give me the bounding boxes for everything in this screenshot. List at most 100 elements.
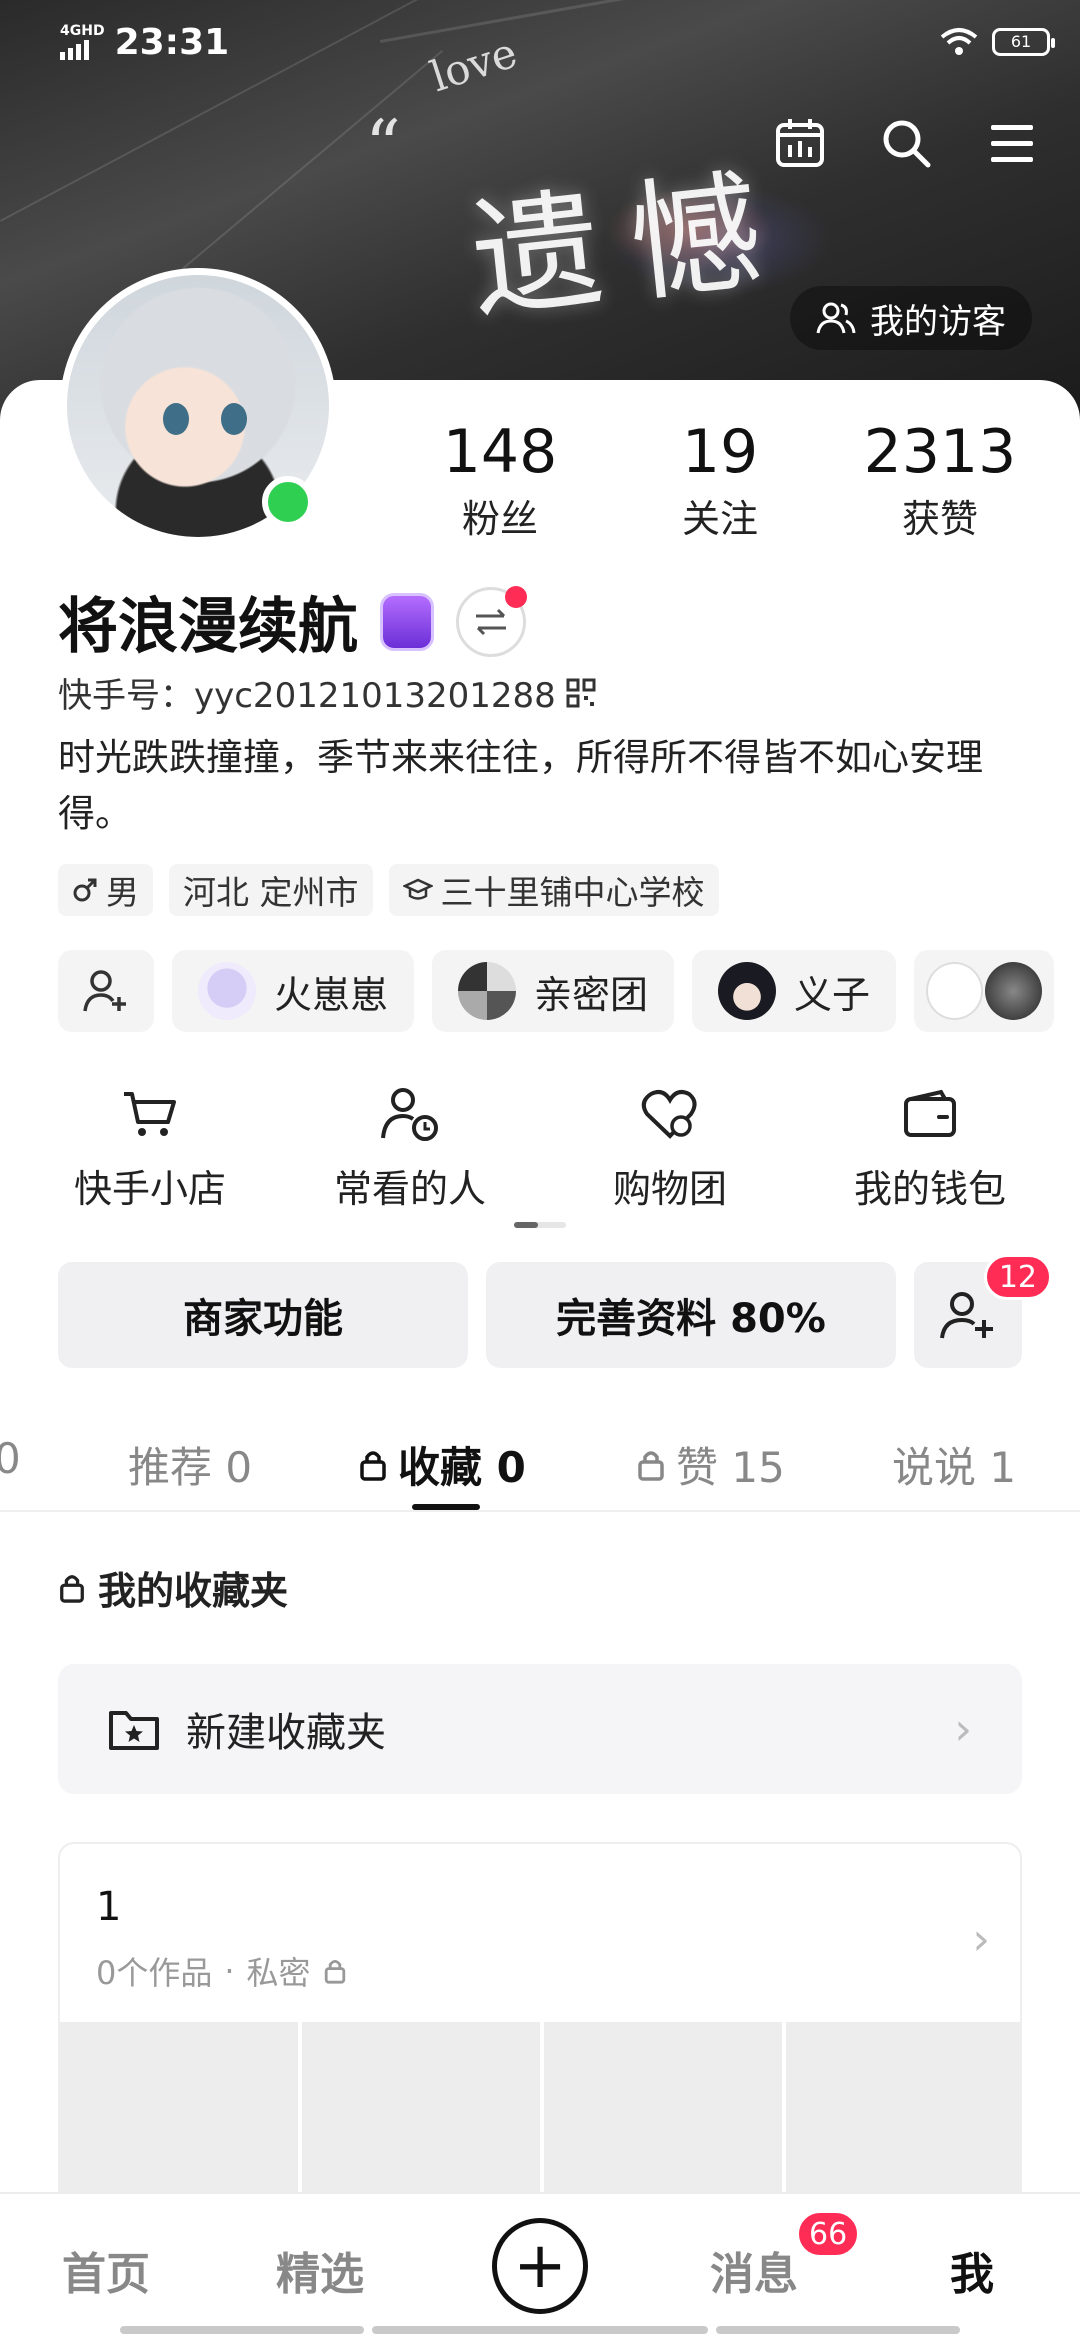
likes-label: 获赞 bbox=[901, 497, 978, 541]
location-label: 河北 定州市 bbox=[183, 873, 359, 912]
school-label: 三十里铺中心学校 bbox=[440, 873, 705, 912]
friend-chip-3[interactable]: 义子 bbox=[692, 950, 897, 1032]
shortcut-shop[interactable]: 快手小店 bbox=[40, 1078, 260, 1213]
tab-posts[interactable]: 说说 1 bbox=[892, 1434, 1016, 1495]
actions-row: 商家功能 完善资料 80% 12 bbox=[58, 1254, 1052, 1368]
folder-privacy: 私密 bbox=[246, 1954, 311, 1992]
friend-avatar bbox=[198, 962, 256, 1020]
section-title-text: 我的收藏夹 bbox=[98, 1569, 289, 1613]
shortcuts-pager bbox=[514, 1222, 566, 1228]
followers-count: 148 bbox=[442, 417, 558, 487]
school-icon bbox=[402, 878, 433, 900]
tab-label: 推荐 0 bbox=[128, 1443, 253, 1492]
person-clock-icon bbox=[381, 1088, 438, 1141]
shortcut-shopping-group[interactable]: 购物团 bbox=[560, 1078, 780, 1213]
shortcut-wallet[interactable]: 我的钱包 bbox=[820, 1078, 1040, 1213]
level-badge-icon[interactable] bbox=[380, 592, 434, 651]
tab-recommended[interactable]: 推荐 0 bbox=[128, 1434, 252, 1495]
folder-title: 1 bbox=[96, 1884, 122, 1930]
add-user-icon bbox=[83, 970, 126, 1012]
nav-home[interactable]: 首页 bbox=[62, 2238, 150, 2302]
kuaishou-id: 快手号：yyc20121013201288 bbox=[58, 676, 556, 716]
friend-chip-4[interactable] bbox=[914, 950, 1055, 1032]
location-tag[interactable]: 河北 定州市 bbox=[169, 864, 373, 916]
friend-name: 亲密团 bbox=[534, 972, 649, 1017]
likes-stat[interactable]: 2313 获赞 bbox=[840, 416, 1040, 543]
search-icon[interactable] bbox=[878, 115, 934, 171]
active-tab-indicator bbox=[412, 1504, 480, 1510]
tab-favorites[interactable]: 收藏 0 bbox=[358, 1434, 526, 1495]
signal-icon: 4GHD bbox=[60, 24, 105, 60]
shortcut-label: 常看的人 bbox=[333, 1167, 486, 1211]
visitors-label: 我的访客 bbox=[870, 301, 1006, 342]
qr-code-icon[interactable] bbox=[566, 678, 596, 708]
friend-chip-2[interactable]: 亲密团 bbox=[432, 950, 675, 1032]
merchant-button[interactable]: 商家功能 bbox=[58, 1262, 468, 1368]
folder-works-count: 0个作品 bbox=[96, 1954, 213, 1992]
following-label: 关注 bbox=[681, 497, 758, 541]
calendar-icon[interactable] bbox=[772, 115, 828, 171]
home-indicator bbox=[372, 2326, 708, 2334]
kuaishou-id-row[interactable]: 快手号：yyc20121013201288 bbox=[58, 668, 596, 717]
chevron-right-icon: › bbox=[972, 1914, 990, 1965]
messages-badge: 66 bbox=[796, 2210, 861, 2258]
banner-quote-mark: “ bbox=[365, 105, 401, 187]
nav-messages[interactable]: 消息 bbox=[710, 2238, 798, 2302]
friend-avatar bbox=[458, 962, 517, 1020]
wallet-icon bbox=[904, 1089, 956, 1137]
shortcut-frequent-people[interactable]: 常看的人 bbox=[300, 1078, 520, 1213]
visitors-button[interactable]: 我的访客 bbox=[790, 286, 1032, 350]
friend-name: 火崽崽 bbox=[274, 972, 389, 1017]
following-stat[interactable]: 19 关注 bbox=[620, 416, 820, 543]
add-user-icon bbox=[940, 1292, 993, 1339]
friend-avatar bbox=[718, 962, 777, 1020]
friend-avatar bbox=[926, 962, 984, 1020]
new-folder-button[interactable]: 新建收藏夹 › bbox=[58, 1664, 1022, 1794]
home-indicator bbox=[716, 2326, 960, 2334]
followers-label: 粉丝 bbox=[461, 497, 538, 541]
gender-label: 男 bbox=[106, 873, 139, 912]
profile-tags: 男 河北 定州市 三十里铺中心学校 bbox=[58, 864, 719, 916]
profile-stats: 148 粉丝 19 关注 2313 获赞 bbox=[400, 416, 1040, 543]
tab-works[interactable]: 0 bbox=[0, 1434, 21, 1483]
likes-count: 2313 bbox=[863, 417, 1017, 487]
nav-featured[interactable]: 精选 bbox=[276, 2238, 364, 2302]
visitors-icon bbox=[816, 302, 856, 334]
lock-icon bbox=[324, 1960, 345, 1984]
add-friend-button[interactable] bbox=[58, 950, 154, 1032]
switch-account-button[interactable] bbox=[456, 585, 527, 657]
folder-star-icon bbox=[109, 1711, 159, 1750]
folder-meta: 0个作品 · 私密 bbox=[96, 1948, 347, 1994]
shortcut-label: 快手小店 bbox=[73, 1167, 226, 1211]
plus-icon: + bbox=[513, 2229, 567, 2303]
complete-profile-button[interactable]: 完善资料 80% bbox=[486, 1262, 896, 1368]
tab-label: 收藏 0 bbox=[398, 1443, 526, 1492]
lock-icon bbox=[360, 1450, 386, 1481]
school-tag[interactable]: 三十里铺中心学校 bbox=[388, 864, 719, 916]
network-type: 4GHD bbox=[60, 23, 105, 39]
cart-icon bbox=[124, 1092, 176, 1136]
menu-icon[interactable] bbox=[984, 115, 1040, 171]
banner-text: 遗憾 bbox=[464, 152, 799, 338]
friend-chip-1[interactable]: 火崽崽 bbox=[172, 950, 415, 1032]
meta-separator: · bbox=[224, 1952, 235, 1990]
shortcut-label: 购物团 bbox=[612, 1167, 727, 1211]
male-icon bbox=[73, 878, 97, 902]
status-bar: 4GHD 23:31 61 bbox=[60, 14, 1055, 70]
online-status-dot bbox=[262, 476, 314, 528]
tab-likes[interactable]: 赞 15 bbox=[636, 1434, 785, 1495]
create-button[interactable]: + bbox=[492, 2218, 588, 2314]
lock-icon bbox=[638, 1450, 664, 1481]
heart-shop-icon bbox=[641, 1090, 697, 1139]
friend-requests-button[interactable]: 12 bbox=[914, 1254, 1052, 1368]
favorites-section-title: 我的收藏夹 bbox=[58, 1560, 288, 1615]
nav-me[interactable]: 我 bbox=[950, 2238, 994, 2302]
tab-label: 说说 1 bbox=[892, 1443, 1017, 1492]
tab-label: 赞 15 bbox=[676, 1443, 785, 1492]
followers-stat[interactable]: 148 粉丝 bbox=[400, 416, 600, 543]
gender-tag[interactable]: 男 bbox=[58, 864, 153, 916]
profile-name: 将浪漫续航 bbox=[58, 592, 358, 662]
friend-requests-badge: 12 bbox=[983, 1254, 1052, 1300]
switch-icon bbox=[476, 608, 506, 635]
friend-avatar bbox=[985, 962, 1043, 1020]
